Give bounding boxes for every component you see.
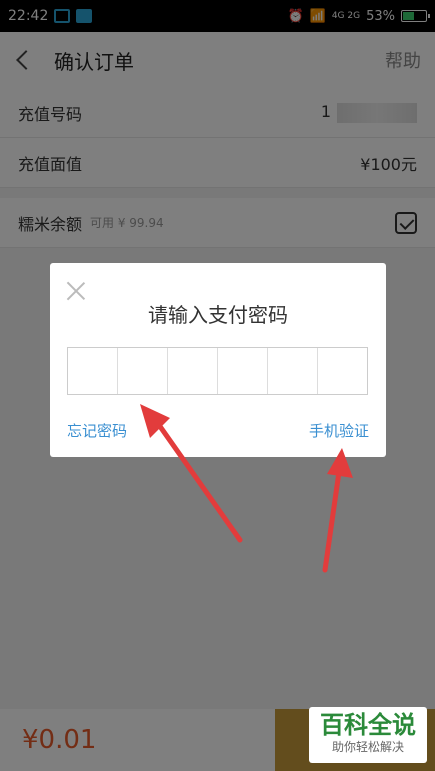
forgot-password-link[interactable]: 忘记密码 xyxy=(67,420,127,441)
watermark-title: 百科全说 xyxy=(320,711,416,739)
dialog-title: 请输入支付密码 xyxy=(148,303,288,327)
password-dialog: 请输入支付密码 忘记密码 手机验证 xyxy=(50,263,386,457)
pin-cell[interactable] xyxy=(68,348,118,394)
watermark: 百科全说 助你轻松解决 xyxy=(309,707,427,763)
pin-cell[interactable] xyxy=(318,348,367,394)
watermark-subtitle: 助你轻松解决 xyxy=(331,740,404,754)
pin-cell[interactable] xyxy=(118,348,168,394)
phone-verify-link[interactable]: 手机验证 xyxy=(309,420,369,441)
password-input[interactable] xyxy=(67,347,368,395)
close-icon[interactable] xyxy=(66,281,86,301)
pin-cell[interactable] xyxy=(218,348,268,394)
pin-cell[interactable] xyxy=(268,348,318,394)
pin-cell[interactable] xyxy=(168,348,218,394)
